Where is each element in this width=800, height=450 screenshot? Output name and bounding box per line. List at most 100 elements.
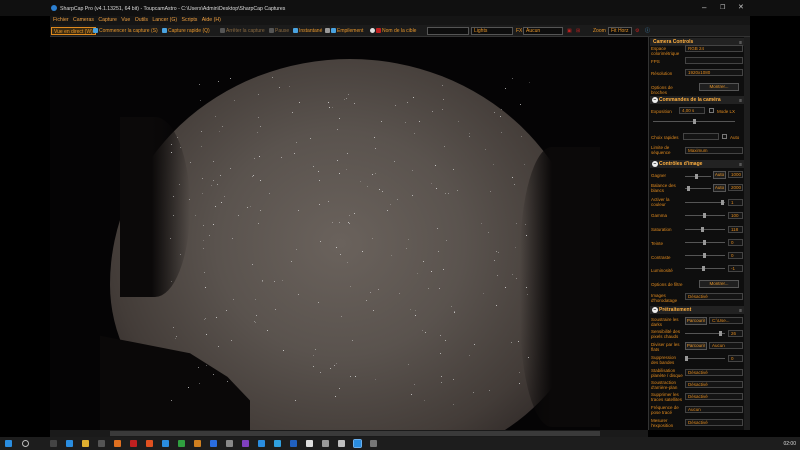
camera-command-header[interactable]: − Commandes de la caméra ≡ [650,96,744,104]
color-enable-slider-knob[interactable] [721,200,724,205]
live-view-button[interactable]: Vue en direct (W) [51,27,96,35]
exposure-slider[interactable] [653,119,735,124]
menu-launch[interactable]: Lancer (G) [152,16,177,25]
pause-button[interactable]: Pause [269,27,289,35]
timestamp-select[interactable]: Désactivé [685,293,743,300]
start-capture-button[interactable]: Commencer la capture (S) [93,27,158,35]
wb-auto-button[interactable]: Auto [713,184,726,192]
menu-cameras[interactable]: Cameras [73,16,94,25]
vlc-icon[interactable] [114,440,121,447]
preview-horizontal-scrollbar[interactable] [50,430,648,437]
contrast-input[interactable]: 0 [728,252,743,259]
app-white-icon[interactable] [306,440,313,447]
frame-type-select[interactable]: Lights [471,27,513,35]
settings-icon[interactable] [322,440,329,447]
camera-preview[interactable] [50,37,648,430]
banding-slider[interactable] [685,356,725,361]
app-red-icon[interactable] [130,440,137,447]
quick-capture-button[interactable]: Capture rapide (Q) [162,27,210,35]
tracking-select[interactable]: Aucun [685,406,743,413]
color-enable-slider[interactable] [685,200,725,205]
wb-input[interactable]: 2000 [728,184,743,191]
reticle-icon[interactable]: ⊞ [576,27,580,35]
stacking-button[interactable]: Empilement [325,27,363,35]
collapse-icon[interactable]: − [652,97,658,103]
fps-select[interactable] [685,57,743,64]
menu-view[interactable]: Vue [121,16,130,25]
target-name-input[interactable] [427,27,469,35]
panel-scrollbar[interactable] [744,37,750,430]
frame-limit-select[interactable]: Maximum [685,147,743,154]
search-icon[interactable] [22,440,29,447]
sharpcap-taskbar-icon[interactable] [353,439,362,448]
menu-icon[interactable]: ≡ [739,307,742,315]
saturation-input[interactable]: 118 [728,226,743,233]
brightness-slider[interactable] [685,266,725,271]
brightness-slider-knob[interactable] [702,266,705,271]
menu-capture[interactable]: Capture [98,16,116,25]
menu-icon[interactable]: ≡ [739,161,742,169]
exposure-slider-knob[interactable] [693,119,696,124]
gain-input[interactable]: 1000 [728,171,743,178]
visual-studio-icon[interactable] [242,440,249,447]
close-icon[interactable]: ✕ [738,4,744,12]
saturation-slider[interactable] [685,227,725,232]
collapse-icon[interactable]: − [652,161,658,167]
menu-scripts[interactable]: Scripts [182,16,198,25]
app-blue-icon[interactable] [162,440,169,447]
gear-icon[interactable]: ⚙ [635,27,639,35]
gain-auto-button[interactable]: Auto [713,171,726,179]
start-icon[interactable] [5,440,12,447]
exposure-input[interactable]: 4,00 s [679,107,705,114]
filter-options-button[interactable]: Montrer... [699,280,739,288]
app-orange-icon[interactable] [194,440,201,447]
gamma-slider[interactable] [685,213,725,218]
menu-file[interactable]: Fichier [53,16,69,25]
satellite-select[interactable]: Désactivé [685,393,743,400]
brochure-show-button[interactable]: Montrer... [699,83,739,91]
hue-slider-knob[interactable] [703,240,706,245]
resolution-select[interactable]: 1920x1080 [685,69,743,76]
hue-input[interactable]: 0 [728,239,743,246]
gamma-input[interactable]: 100 [728,212,743,219]
subtract-dark-browse-button[interactable]: Parcourir [685,317,707,325]
app-grey2-icon[interactable] [370,440,377,447]
preprocessing-header[interactable]: − Prétraitement ≡ [650,306,744,314]
menu-icon[interactable]: ≡ [739,97,742,105]
auto-exposure-select[interactable]: Désactivé [685,419,743,426]
stabilization-select[interactable]: Désactivé [685,369,743,376]
brightness-input[interactable]: -1 [728,265,743,272]
hot-pixel-slider[interactable] [685,331,725,336]
banding-slider-knob[interactable] [685,356,688,361]
chrome-icon[interactable] [178,440,185,447]
stop-capture-button[interactable]: Arrêter la capture [220,27,265,35]
fx-select[interactable]: Aucun [523,27,563,35]
firefox-icon[interactable] [146,440,153,447]
app-silver-icon[interactable] [338,440,345,447]
app-cyan-icon[interactable] [274,440,281,447]
hue-slider[interactable] [685,240,725,245]
minimize-icon[interactable]: – [702,4,706,12]
gamma-slider-knob[interactable] [703,213,706,218]
vscode-icon[interactable] [258,440,265,447]
color-enable-input[interactable]: 1 [728,199,743,206]
app-grey-icon[interactable] [226,440,233,447]
info-icon[interactable]: ⓘ [645,27,650,35]
contrast-slider[interactable] [685,253,725,258]
scrollbar-thumb[interactable] [110,431,600,436]
contrast-slider-knob[interactable] [703,253,706,258]
app-icon[interactable] [98,440,105,447]
saturation-slider-knob[interactable] [701,227,704,232]
bg-subtract-select[interactable]: Désactivé [685,381,743,388]
flat-select[interactable]: Aucun [709,342,743,349]
color-space-select[interactable]: RGB 24 [685,45,743,52]
wb-slider-knob[interactable] [687,186,690,191]
hot-pixel-slider-knob[interactable] [719,331,722,336]
maximize-icon[interactable]: ❐ [720,4,725,12]
banding-input[interactable]: 0 [728,355,743,362]
zoom-select[interactable]: Fit Horz [608,27,632,35]
flat-browse-button[interactable]: Parcourir [685,342,707,350]
histogram-icon[interactable]: ▣ [567,27,572,35]
edge-icon[interactable] [66,440,73,447]
task-view-icon[interactable] [50,440,57,447]
